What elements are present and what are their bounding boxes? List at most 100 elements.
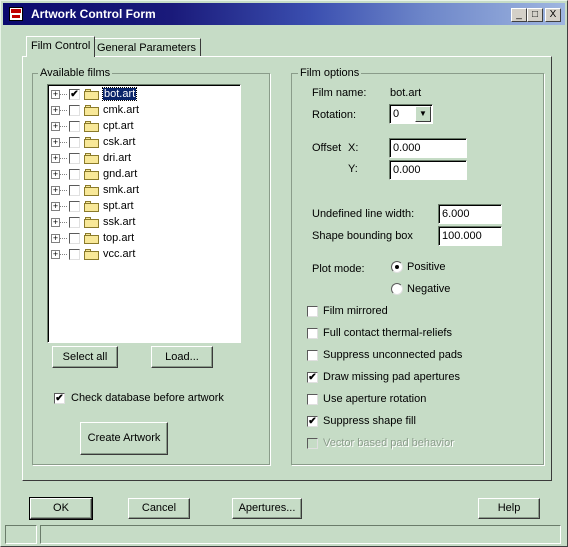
chevron-down-icon[interactable]: ▼ — [415, 106, 431, 122]
tree-connector — [60, 94, 67, 95]
expand-icon[interactable]: + — [51, 218, 60, 227]
tree-connector — [60, 158, 67, 159]
film-checkbox[interactable] — [69, 217, 80, 228]
option-checkbox[interactable]: ✔ — [307, 416, 318, 427]
maximize-button[interactable]: □ — [527, 8, 543, 22]
expand-icon[interactable]: + — [51, 202, 60, 211]
expand-icon[interactable]: + — [51, 234, 60, 243]
tree-connector — [60, 238, 67, 239]
option-checkbox-label: Suppress unconnected pads — [323, 349, 463, 361]
plot-mode-negative-radio[interactable] — [391, 283, 403, 295]
option-checkbox[interactable]: ✔ — [307, 372, 318, 383]
load-button[interactable]: Load... — [151, 346, 213, 368]
check-database-checkbox[interactable]: ✔ — [54, 393, 65, 404]
rotation-combo[interactable]: 0 ▼ — [389, 104, 433, 124]
folder-icon — [84, 233, 99, 244]
film-name-label[interactable]: top.art — [103, 232, 134, 244]
window-title: Artwork Control Form — [31, 7, 156, 21]
minimize-button[interactable]: _ — [511, 8, 527, 22]
film-name-label[interactable]: smk.art — [103, 184, 139, 196]
folder-icon — [84, 217, 99, 228]
film-checkbox[interactable]: ✔ — [69, 89, 80, 100]
list-item[interactable]: + vcc.art — [48, 247, 238, 263]
film-name-label[interactable]: gnd.art — [103, 168, 137, 180]
option-checkbox-label: Suppress shape fill — [323, 415, 416, 427]
list-item[interactable]: + cpt.art — [48, 119, 238, 135]
film-checkbox[interactable] — [69, 169, 80, 180]
plot-mode-positive-radio[interactable] — [391, 261, 403, 273]
option-checkbox[interactable] — [307, 306, 318, 317]
list-item[interactable]: + gnd.art — [48, 167, 238, 183]
close-button[interactable]: X — [545, 8, 561, 22]
expand-icon[interactable]: + — [51, 186, 60, 195]
list-item[interactable]: + dri.art — [48, 151, 238, 167]
tree-connector — [60, 206, 67, 207]
list-item[interactable]: + ssk.art — [48, 215, 238, 231]
film-name-label[interactable]: csk.art — [103, 136, 135, 148]
help-button[interactable]: Help — [478, 498, 540, 519]
select-all-button[interactable]: Select all — [52, 346, 118, 368]
expand-icon[interactable]: + — [51, 90, 60, 99]
folder-icon — [84, 249, 99, 260]
film-checkbox[interactable] — [69, 249, 80, 260]
tree-connector — [60, 174, 67, 175]
artwork-control-form-window: Artwork Control Form _ □ X Film Control … — [0, 0, 568, 547]
film-checkbox[interactable] — [69, 153, 80, 164]
folder-icon — [84, 201, 99, 212]
film-checkbox[interactable] — [69, 185, 80, 196]
offset-x-label: X: — [348, 142, 359, 154]
offset-x-input[interactable]: 0.000 — [389, 138, 467, 158]
tree-connector — [60, 190, 67, 191]
rotation-label: Rotation: — [312, 109, 357, 121]
expand-icon[interactable]: + — [51, 250, 60, 259]
expand-icon[interactable]: + — [51, 154, 60, 163]
film-name-label[interactable]: cmk.art — [103, 104, 139, 116]
list-item[interactable]: + ✔ bot.art — [48, 87, 238, 103]
tab-film-control[interactable]: Film Control — [26, 36, 96, 57]
option-checkbox[interactable] — [307, 350, 318, 361]
option-checkbox[interactable] — [307, 328, 318, 339]
list-item[interactable]: + csk.art — [48, 135, 238, 151]
film-name-label[interactable]: dri.art — [103, 152, 131, 164]
film-checkbox[interactable] — [69, 137, 80, 148]
list-item[interactable]: + smk.art — [48, 183, 238, 199]
film-name-label[interactable]: vcc.art — [103, 248, 135, 260]
tree-connector — [60, 110, 67, 111]
expand-icon[interactable]: + — [51, 170, 60, 179]
film-checkbox[interactable] — [69, 201, 80, 212]
film-name-label[interactable]: bot.art — [101, 87, 138, 101]
tab-general-parameters[interactable]: General Parameters — [92, 38, 202, 56]
option-checkbox-label: Film mirrored — [323, 305, 388, 317]
list-item[interactable]: + top.art — [48, 231, 238, 247]
expand-icon[interactable]: + — [51, 122, 60, 131]
create-artwork-button[interactable]: Create Artwork — [80, 422, 168, 455]
film-checkbox[interactable] — [69, 105, 80, 116]
folder-icon — [84, 153, 99, 164]
offset-y-label: Y: — [348, 163, 358, 175]
shape-bounding-box-input[interactable]: 100.000 — [438, 226, 502, 246]
list-item[interactable]: + spt.art — [48, 199, 238, 215]
undefined-line-width-input[interactable]: 6.000 — [438, 204, 502, 224]
film-name-label[interactable]: cpt.art — [103, 120, 134, 132]
undefined-line-width-label: Undefined line width: — [312, 208, 415, 220]
rotation-value: 0 — [393, 108, 400, 120]
status-pane-main — [40, 525, 561, 544]
offset-label: Offset — [312, 142, 342, 154]
title-bar[interactable]: Artwork Control Form _ □ X — [3, 3, 565, 25]
ok-button[interactable]: OK — [29, 497, 93, 520]
film-name-label[interactable]: ssk.art — [103, 216, 135, 228]
film-checkbox[interactable] — [69, 121, 80, 132]
film-checkbox[interactable] — [69, 233, 80, 244]
option-checkbox-label: Draw missing pad apertures — [323, 371, 460, 383]
folder-icon — [84, 89, 99, 100]
expand-icon[interactable]: + — [51, 138, 60, 147]
expand-icon[interactable]: + — [51, 106, 60, 115]
offset-y-input[interactable]: 0.000 — [389, 160, 467, 180]
cancel-button[interactable]: Cancel — [128, 498, 190, 519]
film-name-label[interactable]: spt.art — [103, 200, 134, 212]
films-tree-list[interactable]: + ✔ bot.art + cmk.art + cpt.art + csk.art + dri.ar… — [47, 84, 241, 343]
apertures-button[interactable]: Apertures... — [232, 498, 302, 519]
list-item[interactable]: + cmk.art — [48, 103, 238, 119]
folder-icon — [84, 105, 99, 116]
option-checkbox[interactable] — [307, 394, 318, 405]
